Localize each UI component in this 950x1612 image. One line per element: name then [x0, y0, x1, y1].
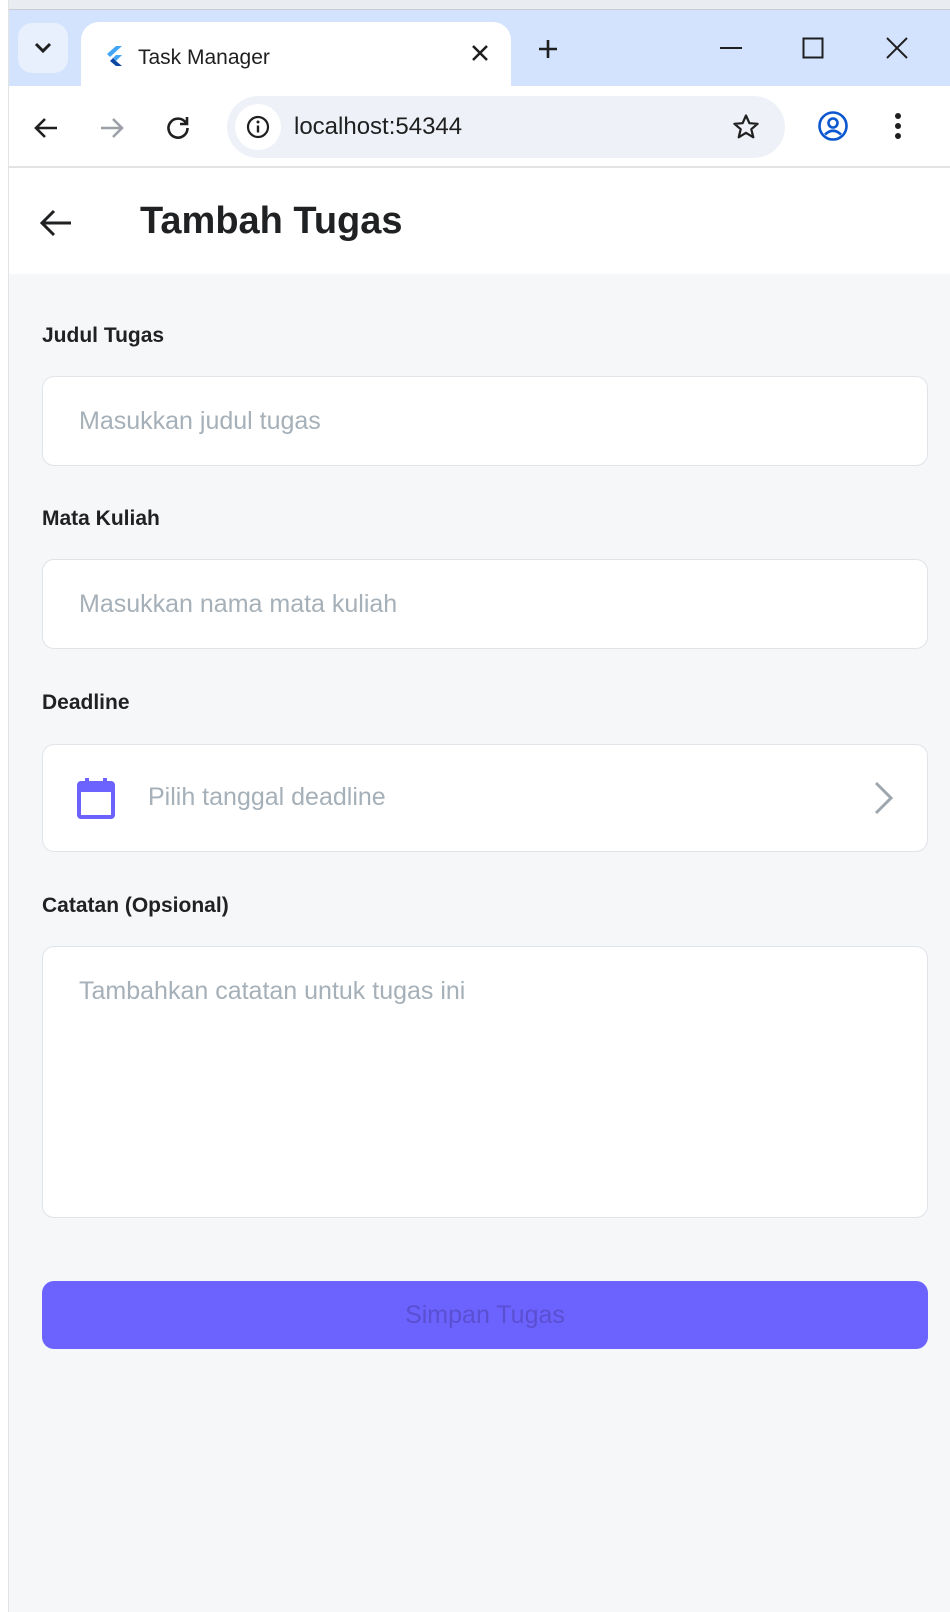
tab-strip: Task Manager: [9, 10, 950, 86]
save-task-button[interactable]: Simpan Tugas: [42, 1281, 928, 1349]
deadline-placeholder: Pilih tanggal deadline: [148, 783, 386, 811]
more-vertical-icon: [895, 113, 901, 139]
deadline-label: Deadline: [42, 691, 130, 714]
minimize-button[interactable]: [711, 30, 751, 66]
tab-title: Task Manager: [138, 46, 270, 69]
back-button[interactable]: [31, 198, 81, 248]
flutter-icon: [107, 46, 122, 66]
app-viewport: Tambah Tugas Judul Tugas Mata Kuliah Dea…: [9, 170, 950, 1612]
reload-icon: [167, 117, 189, 139]
reload-button[interactable]: [158, 108, 198, 148]
back-nav-button[interactable]: [26, 108, 66, 148]
tab-search-button[interactable]: [18, 23, 68, 73]
page-title: Tambah Tugas: [140, 200, 403, 242]
arrow-right-icon: [101, 118, 124, 138]
star-icon: [733, 114, 759, 139]
browser-toolbar: localhost:54344: [9, 86, 950, 168]
course-label: Mata Kuliah: [42, 507, 160, 530]
app-bar: Tambah Tugas: [9, 170, 950, 274]
close-icon: [472, 45, 488, 61]
browser-window: Task Manager localhost:54344 Tambah Tuga…: [9, 10, 950, 1612]
desktop-left-edge: [0, 0, 9, 1612]
deadline-picker[interactable]: Pilih tanggal deadline: [42, 744, 928, 852]
task-title-label: Judul Tugas: [42, 324, 165, 347]
desktop-top-edge: [0, 0, 950, 10]
bookmark-button[interactable]: [727, 108, 765, 146]
site-info-button[interactable]: [235, 104, 281, 150]
notes-field[interactable]: [42, 946, 928, 1218]
close-icon: [886, 37, 908, 59]
notes-textarea[interactable]: [43, 947, 927, 1217]
browser-tab-active[interactable]: Task Manager: [81, 22, 511, 86]
chevron-down-icon: [34, 42, 52, 54]
url-text: localhost:54344: [294, 113, 463, 140]
close-tab-button[interactable]: [465, 38, 495, 68]
task-title-field[interactable]: [42, 376, 928, 466]
maximize-icon: [802, 37, 824, 59]
info-icon: [246, 115, 270, 139]
profile-button[interactable]: [813, 104, 853, 148]
calendar-icon: [77, 778, 115, 819]
arrow-left-icon: [34, 118, 57, 138]
plus-icon: [539, 40, 557, 58]
browser-menu-button[interactable]: [881, 104, 915, 148]
maximize-button[interactable]: [793, 30, 833, 66]
arrow-back-icon: [39, 209, 71, 237]
address-bar[interactable]: localhost:54344: [227, 96, 785, 158]
forward-nav-button[interactable]: [92, 108, 132, 148]
notes-label: Catatan (Opsional): [42, 894, 229, 917]
chevron-right-icon: [874, 781, 894, 815]
course-field[interactable]: [42, 559, 928, 649]
close-window-button[interactable]: [877, 30, 917, 66]
new-tab-button[interactable]: [531, 32, 565, 66]
task-title-input[interactable]: [43, 377, 927, 465]
minimize-icon: [720, 47, 742, 49]
account-circle-icon: [818, 111, 848, 141]
course-input[interactable]: [43, 560, 927, 648]
